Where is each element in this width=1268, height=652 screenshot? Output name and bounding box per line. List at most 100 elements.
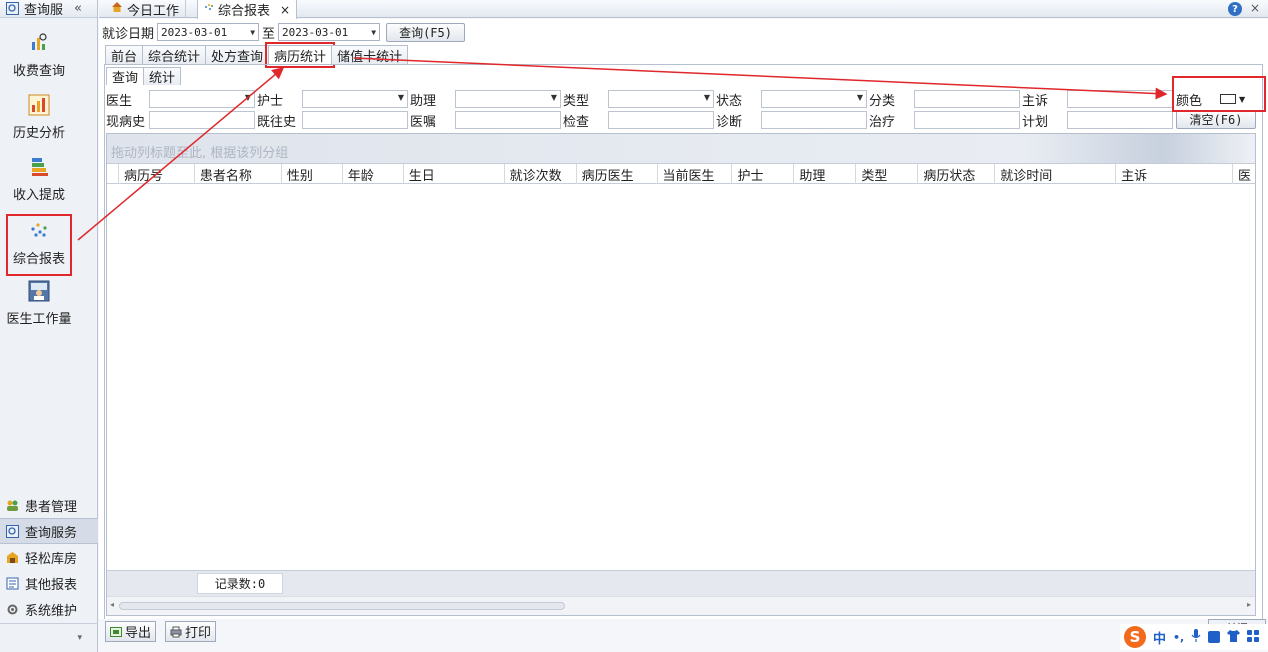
sidebar-header: 查询服 « [0,0,97,18]
module-patients[interactable]: 患者管理 [0,492,98,518]
clear-button[interactable]: 清空(F6) [1176,110,1256,129]
past-history-field[interactable] [302,111,408,129]
scroll-right-icon[interactable]: ▸ [1247,600,1251,609]
col-gender[interactable]: 性别 [282,164,343,184]
sidebar-footer: ▾ [0,623,98,652]
col-type[interactable]: 类型 [856,164,919,184]
horizontal-scrollbar[interactable]: ◂ ▸ [107,596,1255,615]
present-illness-field[interactable] [149,111,255,129]
assistant-select[interactable]: ▼ [455,90,561,108]
help-icon[interactable]: ? [1228,2,1242,16]
advice-field[interactable] [455,111,561,129]
filter-label-doctor: 医生 [106,94,133,109]
chevron-down-icon[interactable]: ▼ [250,28,255,37]
col-record-doctor[interactable]: 病历医生 [577,164,658,184]
doctor-select[interactable]: ▼ [149,90,255,108]
query-button[interactable]: 查询(F5) [386,22,466,42]
scroll-left-icon[interactable]: ◂ [110,600,114,609]
report-tabs: 前台 综合统计 处方查询 病历统计 储值卡统计 [105,42,409,68]
module-system-maintenance[interactable]: 系统维护 [0,596,98,622]
col-age[interactable]: 年龄 [343,164,404,184]
module-label: 系统维护 [25,603,78,619]
scatter-dots-icon [204,2,214,17]
microphone-icon[interactable] [1191,629,1201,645]
ime-punct[interactable]: •, [1173,631,1184,644]
tab-stored-card-stats[interactable]: 储值卡统计 [331,45,409,65]
treatment-field[interactable] [914,111,1020,129]
status-select[interactable]: ▼ [761,90,867,108]
grid-header: 病历号 患者名称 性别 年龄 生日 就诊次数 病历医生 当前医生 护士 助理 类… [107,164,1255,184]
filter-label-examination: 检查 [563,115,590,130]
tab-query[interactable]: 查询 [106,67,145,86]
filter-label-status: 状态 [716,94,743,109]
nurse-select[interactable]: ▼ [302,90,408,108]
module-warehouse[interactable]: 轻松库房 [0,544,98,570]
filter-label-advice: 医嘱 [410,115,437,130]
close-tab-icon[interactable]: × [280,3,290,17]
type-select[interactable]: ▼ [608,90,714,108]
filter-label-complaint: 主诉 [1022,94,1049,109]
filter-label-category: 分类 [869,94,896,109]
col-complaint[interactable]: 主诉 [1116,164,1234,184]
scrollbar-thumb[interactable] [119,602,565,610]
chevron-down-icon[interactable]: ▾ [77,633,82,643]
ime-mode[interactable]: 中 [1153,628,1166,647]
tab-medical-record-stats[interactable]: 病历统计 [265,42,336,68]
category-field[interactable] [914,90,1020,108]
date-from-value: 2023-03-01 [161,25,228,39]
col-record-status[interactable]: 病历状态 [918,164,996,184]
filter-label-type: 类型 [563,94,590,109]
examination-field[interactable] [608,111,714,129]
col-visit-count[interactable]: 就诊次数 [505,164,577,184]
tab-comprehensive-stats[interactable]: 综合统计 [142,45,207,65]
sidebar-item-income-commission[interactable]: 收入提成 [6,152,72,214]
col-more[interactable]: 医 [1233,164,1255,184]
filter-label-present-illness: 现病史 [106,115,146,130]
sidebar-item-comprehensive-report[interactable]: 综合报表 [6,214,72,276]
collapse-icon[interactable]: « [74,1,82,16]
grid-menu-icon[interactable] [1247,629,1260,645]
diagnosis-field[interactable] [761,111,867,129]
chevron-down-icon[interactable]: ▼ [371,28,376,37]
col-birthday[interactable]: 生日 [404,164,505,184]
grid-body[interactable] [107,184,1255,570]
sidebar-nav: 收费查询 历史分析 收入提成 综合报表 医生工作量 [0,18,97,338]
close-icon[interactable]: × [1250,1,1260,15]
shirt-icon[interactable] [1227,629,1241,645]
sidebar-item-history-analysis[interactable]: 历史分析 [6,90,72,152]
ime-logo-icon[interactable]: S [1124,626,1146,648]
sidebar-item-charge-query[interactable]: 收费查询 [6,28,72,90]
tab-today-work[interactable]: 今日工作 [105,0,187,19]
col-nurse[interactable]: 护士 [732,164,795,184]
chevron-down-icon: ▼ [703,93,710,102]
tab-statistics[interactable]: 统计 [143,67,182,86]
tab-prescription-query[interactable]: 处方查询 [205,45,270,65]
stack-bars-icon [28,156,50,178]
date-to-field[interactable]: 2023-03-01 ▼ [278,23,381,41]
print-button[interactable]: 打印 [165,621,217,642]
filter-label-assistant: 助理 [410,94,437,109]
printer-icon [170,626,182,638]
tab-comprehensive-report[interactable]: 综合报表 × [197,0,298,19]
tab-label: 今日工作 [127,3,180,19]
module-label: 其他报表 [25,577,78,593]
date-from-field[interactable]: 2023-03-01 ▼ [157,23,260,41]
plan-field[interactable] [1067,111,1173,129]
sidebar-item-doctor-workload[interactable]: 医生工作量 [6,276,72,338]
grid-footer: 记录数:0 [107,570,1255,596]
view-tabs: 查询 统计 [106,67,182,86]
ime-toolbar[interactable]: S 中 •, [1120,624,1268,650]
chevron-down-icon: ▼ [856,93,863,102]
col-current-doctor[interactable]: 当前医生 [658,164,733,184]
group-by-panel[interactable]: 拖动列标题至此, 根据该列分组 [107,134,1255,164]
complaint-field[interactable] [1067,90,1173,108]
module-query-service[interactable]: 查询服务 [0,518,98,544]
keyboard-icon[interactable] [1208,631,1221,643]
module-other-reports[interactable]: 其他报表 [0,570,98,596]
col-record-no[interactable]: 病历号 [119,164,195,184]
tab-front-desk[interactable]: 前台 [105,45,144,65]
col-patient-name[interactable]: 患者名称 [195,164,282,184]
export-button[interactable]: 导出 [105,621,157,642]
col-assistant[interactable]: 助理 [794,164,857,184]
col-visit-time[interactable]: 就诊时间 [995,164,1117,184]
